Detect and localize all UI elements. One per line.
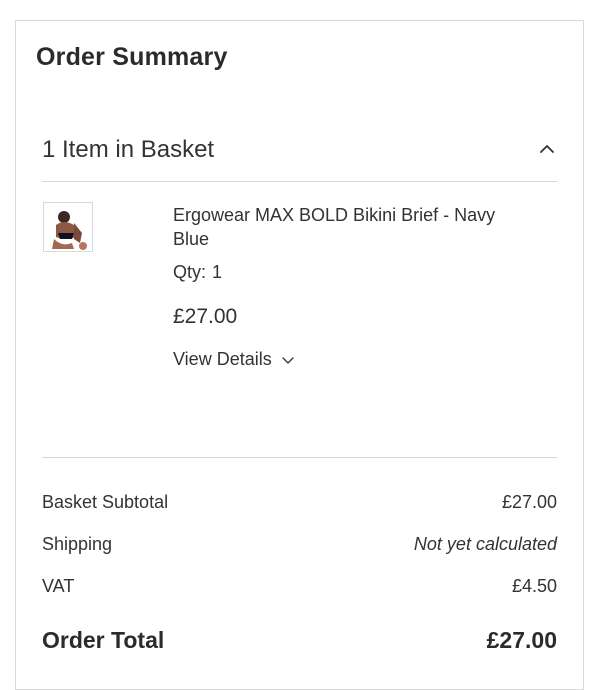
view-details-toggle[interactable]: View Details xyxy=(173,349,295,370)
product-thumbnail[interactable] xyxy=(43,202,93,252)
product-price: £27.00 xyxy=(173,305,238,328)
chevron-up-icon[interactable] xyxy=(537,139,557,159)
chevron-down-icon xyxy=(282,357,294,364)
view-details-label: View Details xyxy=(173,349,272,369)
vat-row: VAT £4.50 xyxy=(42,576,557,600)
quantity-row: Qty: 1 xyxy=(173,262,222,283)
vat-value: £4.50 xyxy=(511,576,557,596)
shipping-value: Not yet calculated xyxy=(413,534,557,554)
divider xyxy=(42,457,557,458)
order-total-value: £27.00 xyxy=(486,627,557,653)
items-count-label: 1 Item in Basket xyxy=(42,136,215,163)
shipping-row: Shipping Not yet calculated xyxy=(42,534,557,558)
shipping-label: Shipping xyxy=(42,534,113,554)
basket-items-header[interactable]: 1 Item in Basket xyxy=(42,127,557,182)
subtotal-value: £27.00 xyxy=(501,492,557,512)
product-image xyxy=(44,203,92,251)
qty-value: 1 xyxy=(212,262,223,282)
product-name[interactable]: Ergowear MAX BOLD Bikini Brief - Navy Bl… xyxy=(173,203,503,251)
order-summary-panel: Order Summary 1 Item in Basket Ergowear … xyxy=(15,20,584,690)
subtotal-label: Basket Subtotal xyxy=(42,492,169,512)
vat-label: VAT xyxy=(42,576,75,596)
order-total-label: Order Total xyxy=(42,627,165,653)
order-total-row: Order Total £27.00 xyxy=(42,627,557,653)
order-summary-title: Order Summary xyxy=(36,43,228,71)
subtotal-row: Basket Subtotal £27.00 xyxy=(42,492,557,516)
qty-label: Qty: xyxy=(173,262,207,282)
